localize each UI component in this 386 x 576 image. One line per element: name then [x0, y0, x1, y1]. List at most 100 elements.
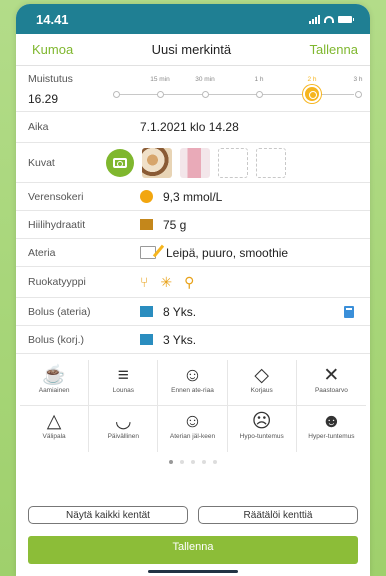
category-label: Lounas: [112, 387, 134, 394]
time-row[interactable]: Aika 7.1.2021 klo 14.28: [16, 112, 370, 143]
after-meal-icon: ☺: [182, 410, 203, 432]
food-type-snowflake-icon: ✳: [160, 273, 173, 290]
reminder-tick[interactable]: [202, 91, 209, 98]
bolus-correction-icon: [140, 334, 153, 345]
bolus-correction-row[interactable]: Bolus (korj.) 3 Yks.: [16, 326, 370, 354]
page-dot[interactable]: [191, 460, 195, 464]
photo-thumbnail[interactable]: [180, 147, 210, 178]
meal-row[interactable]: Ateria Leipä, puuro, smoothie: [16, 239, 370, 267]
category-label: Ennen ate-riaa: [171, 387, 214, 394]
nav-bar: Kumoa Uusi merkintä Tallenna: [16, 34, 370, 66]
category-correction[interactable]: ◇ Korjaus: [227, 360, 297, 406]
time-label: Aika: [28, 121, 49, 133]
category-label: Päivällinen: [107, 433, 139, 440]
food-type-label: Ruokatyyppi: [28, 276, 86, 288]
reminder-option-label: 2 h: [307, 76, 317, 83]
field-buttons: Näytä kaikki kentät Räätälöi kenttiä: [16, 506, 370, 524]
hyper-icon: ☻: [321, 410, 342, 432]
before-meal-icon: ☺: [182, 364, 203, 386]
category-hyper[interactable]: ☻ Hyper-tuntemus: [297, 406, 366, 452]
reminder-time: 16.29: [28, 92, 59, 106]
reminder-tick[interactable]: [157, 91, 164, 98]
page-dot[interactable]: [169, 460, 173, 464]
category-label: Välipala: [42, 433, 66, 440]
blood-sugar-value: 9,3 mmol/L: [163, 189, 223, 204]
category-snack[interactable]: △ Välipala: [20, 406, 90, 452]
meal-label: Ateria: [28, 246, 56, 259]
category-label: Hypo-tuntemus: [239, 433, 284, 440]
reminder-option-label: 30 min: [195, 76, 215, 83]
page-dot[interactable]: [202, 460, 206, 464]
reminder-option-label: 1 h: [254, 76, 264, 83]
category-dinner[interactable]: ◡ Päivällinen: [89, 406, 159, 452]
carbs-label: Hiilihydraatit: [28, 218, 86, 231]
category-label: Aamiainen: [38, 387, 70, 394]
page-title: Uusi merkintä: [151, 42, 232, 57]
battery-icon: [338, 15, 354, 23]
category-label: Paastoarvo: [314, 387, 348, 394]
category-label: Aterian jäl-keen: [169, 433, 216, 440]
status-time: 14.41: [36, 11, 69, 27]
save-button-label: Tallenna: [172, 541, 214, 553]
category-label: Korjaus: [250, 387, 273, 394]
camera-button[interactable]: [106, 148, 134, 177]
bolus-meal-label: Bolus (ateria): [28, 305, 91, 318]
category-grid: ☕ Aamiainen ≡ Lounas ☺ Ennen ate-riaa ◇ …: [16, 354, 370, 452]
blood-sugar-icon: [140, 190, 153, 203]
page-dot[interactable]: [180, 460, 184, 464]
category-before-meal[interactable]: ☺ Ennen ate-riaa: [158, 360, 228, 406]
bolus-meal-value: 8 Yks.: [163, 304, 197, 319]
meal-value: Leipä, puuro, smoothie: [166, 245, 289, 260]
carbs-value: 75 g: [163, 217, 187, 232]
blood-sugar-row[interactable]: Verensokeri 9,3 mmol/L: [16, 183, 370, 211]
bolus-correction-label: Bolus (korj.): [28, 333, 85, 346]
show-all-fields-button[interactable]: Näytä kaikki kentät: [28, 506, 188, 524]
edit-icon: [140, 246, 156, 259]
cancel-button[interactable]: Kumoa: [32, 42, 73, 57]
reminder-option-label: 15 min: [150, 76, 170, 83]
category-fasting[interactable]: ✕ Paastoarvo: [296, 360, 366, 406]
lunch-icon: ≡: [117, 364, 129, 386]
photo-thumbnail[interactable]: [142, 147, 172, 178]
status-bar: 14.41: [16, 4, 370, 34]
bolus-meal-icon: [140, 306, 153, 317]
reminder-label: Muistutus: [28, 73, 73, 85]
carbs-icon: [140, 219, 153, 230]
category-breakfast[interactable]: ☕ Aamiainen: [20, 360, 90, 406]
page-dot[interactable]: [213, 460, 217, 464]
food-type-jar-icon: ⚲: [184, 273, 195, 290]
dinner-icon: ◡: [114, 410, 132, 432]
photos-row: Kuvat: [16, 143, 370, 183]
empty-photo-slot[interactable]: [256, 147, 286, 178]
save-header-button[interactable]: Tallenna: [310, 42, 358, 57]
customize-fields-button[interactable]: Räätälöi kenttiä: [198, 506, 358, 524]
signal-icon: [309, 14, 320, 24]
save-button[interactable]: Tallenna: [28, 536, 358, 564]
bolus-correction-value: 3 Yks.: [163, 332, 197, 347]
reminder-option-label: 3 h: [353, 76, 363, 83]
blood-sugar-label: Verensokeri: [28, 190, 84, 203]
food-type-row[interactable]: Ruokatyyppi ⑂ ✳ ⚲: [16, 267, 370, 298]
food-type-fork-icon: ⑂: [140, 274, 149, 290]
hypo-icon: ☹: [251, 410, 272, 432]
time-value: 7.1.2021 klo 14.28: [140, 120, 239, 134]
correction-icon: ◇: [254, 364, 269, 386]
reminder-tick[interactable]: [113, 91, 120, 98]
breakfast-icon: ☕: [42, 364, 66, 386]
category-hypo[interactable]: ☹ Hypo-tuntemus: [228, 406, 297, 452]
reminder-row: Muistutus 16.29 15 min 30 min 1 h 2 h 3 …: [16, 66, 370, 112]
category-after-meal[interactable]: ☺ Aterian jäl-keen: [158, 406, 228, 452]
reminder-tick[interactable]: [256, 91, 263, 98]
phone-screen: 14.41 Kumoa Uusi merkintä Tallenna Muist…: [16, 4, 370, 576]
empty-photo-slot[interactable]: [218, 147, 248, 178]
reminder-tick[interactable]: [355, 91, 362, 98]
snack-icon: △: [46, 410, 62, 432]
category-lunch[interactable]: ≡ Lounas: [89, 360, 159, 406]
photos-label: Kuvat: [28, 156, 55, 169]
carbs-row[interactable]: Hiilihydraatit 75 g: [16, 211, 370, 239]
bolus-meal-row[interactable]: Bolus (ateria) 8 Yks.: [16, 298, 370, 326]
calculator-icon[interactable]: [344, 305, 354, 318]
wifi-icon: [324, 15, 334, 23]
status-icons: [309, 14, 354, 24]
reminder-slider-knob[interactable]: [303, 85, 321, 103]
